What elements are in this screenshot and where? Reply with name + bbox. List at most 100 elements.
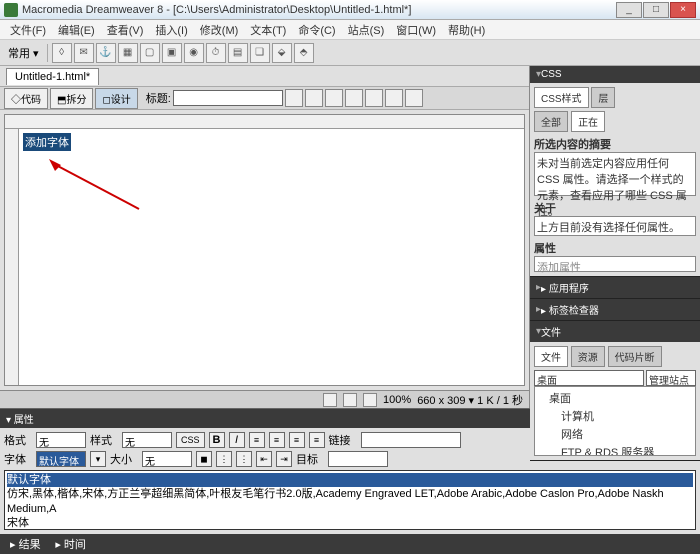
link-input[interactable] xyxy=(361,432,461,448)
size-label: 大小 xyxy=(110,451,138,467)
title-label: 标题: xyxy=(146,90,171,106)
window-title: Macromedia Dreamweaver 8 - [C:\Users\Adm… xyxy=(22,4,616,16)
manage-sites[interactable]: 管理站点 xyxy=(646,370,696,386)
close-button[interactable]: × xyxy=(670,2,696,18)
font-option[interactable]: 宋体 xyxy=(7,516,693,530)
layers-tab[interactable]: 层 xyxy=(591,87,615,108)
menu-window[interactable]: 窗口(W) xyxy=(390,20,442,40)
email-icon[interactable]: ✉ xyxy=(74,43,94,63)
color-picker[interactable]: ◼ xyxy=(196,451,212,467)
doc-toolbar: ◇代码 ⬒拆分 ◻设计 标题: xyxy=(0,86,529,110)
menu-site[interactable]: 站点(S) xyxy=(342,20,391,40)
minimize-button[interactable]: _ xyxy=(616,2,642,18)
tag-panel[interactable]: ▸ 标签检查器 xyxy=(530,299,700,321)
list-ul-icon[interactable]: ⋮ xyxy=(216,451,232,467)
tag-panel-head[interactable]: ▸ 标签检查器 xyxy=(530,299,700,320)
toolbar-category[interactable]: 常用 ▾ xyxy=(4,45,43,61)
document-area: Untitled-1.html* ◇代码 ⬒拆分 ◻设计 标题: 添加字体 xyxy=(0,66,530,408)
insert-toolbar: 常用 ▾ ◊ ✉ ⚓ ▦ ▢ ▣ ◉ ⏱ ▤ ❏ ⬙ ⬘ xyxy=(0,40,700,66)
format-select[interactable]: 无 xyxy=(36,432,86,448)
hyperlink-icon[interactable]: ◊ xyxy=(52,43,72,63)
font-dropdown-list[interactable]: 默认字体 仿宋,黑体,楷体,宋体,方正兰亭超细黑简体,叶根友毛笔行书2.0版,A… xyxy=(4,470,696,530)
tree-computer[interactable]: 计算机 xyxy=(537,407,693,425)
files-panel-head[interactable]: 文件 xyxy=(530,321,700,342)
all-tab[interactable]: 全部 xyxy=(534,111,568,132)
title-input[interactable] xyxy=(173,90,283,106)
style-select[interactable]: 无 xyxy=(122,432,172,448)
maximize-button[interactable]: □ xyxy=(643,2,669,18)
font-option-selected[interactable]: 默认字体 xyxy=(7,473,693,487)
server-icon[interactable]: ▤ xyxy=(228,43,248,63)
menu-text[interactable]: 文本(T) xyxy=(244,20,292,40)
media-icon[interactable]: ◉ xyxy=(184,43,204,63)
bottom-tabs: ▸ 结果 ▸ 时间 xyxy=(0,534,700,554)
align-left-icon[interactable]: ≡ xyxy=(249,432,265,448)
bold-button[interactable]: B xyxy=(209,432,225,448)
properties-body: 格式 无 样式 无 CSS B I ≡ ≡ ≡ ≡ 链接 字体 默认字体 ▾ 大… xyxy=(0,428,700,534)
file-icon[interactable] xyxy=(325,89,343,107)
annotation-arrow xyxy=(49,159,149,219)
current-tab[interactable]: 正在 xyxy=(571,111,605,132)
menu-insert[interactable]: 插入(I) xyxy=(149,20,193,40)
site-select[interactable]: 桌面 xyxy=(534,370,644,386)
list-ol-icon[interactable]: ⋮ xyxy=(236,451,252,467)
align-center-icon[interactable]: ≡ xyxy=(269,432,285,448)
selected-text[interactable]: 添加字体 xyxy=(23,133,71,151)
tag-icon[interactable]: ⬘ xyxy=(294,43,314,63)
font-option-row[interactable]: 仿宋,黑体,楷体,宋体,方正兰亭超细黑简体,叶根友毛笔行书2.0版,Academ… xyxy=(7,487,693,516)
doc-tabs: Untitled-1.html* xyxy=(0,66,529,86)
hand-tool-icon[interactable] xyxy=(343,393,357,407)
css-styles-tab[interactable]: CSS样式 xyxy=(534,87,589,108)
font-dropdown-arrow[interactable]: ▾ xyxy=(90,451,106,467)
align-justify-icon[interactable]: ≡ xyxy=(309,432,325,448)
target-input[interactable] xyxy=(328,451,388,467)
design-view-button[interactable]: ◻设计 xyxy=(95,88,137,109)
files-tab[interactable]: 文件 xyxy=(534,346,568,367)
select-tool-icon[interactable] xyxy=(323,393,337,407)
tree-desktop[interactable]: 桌面 xyxy=(537,389,693,407)
design-canvas[interactable]: 添加字体 xyxy=(4,114,525,386)
menu-commands[interactable]: 命令(C) xyxy=(292,20,341,40)
app-panel[interactable]: ▸ 应用程序 xyxy=(530,277,700,299)
app-panel-head[interactable]: ▸ 应用程序 xyxy=(530,277,700,298)
canvas-content[interactable]: 添加字体 xyxy=(19,129,524,385)
menu-help[interactable]: 帮助(H) xyxy=(442,20,491,40)
menubar: 文件(F) 编辑(E) 查看(V) 插入(I) 修改(M) 文本(T) 命令(C… xyxy=(0,20,700,40)
check-icon[interactable] xyxy=(345,89,363,107)
refresh-icon[interactable] xyxy=(305,89,323,107)
assets-tab[interactable]: 资源 xyxy=(571,346,605,367)
visual-icon[interactable] xyxy=(405,89,423,107)
css-button[interactable]: CSS xyxy=(176,432,205,448)
div-icon[interactable]: ▢ xyxy=(140,43,160,63)
zoom-tool-icon[interactable] xyxy=(363,393,377,407)
font-select[interactable]: 默认字体 xyxy=(36,451,86,467)
align-right-icon[interactable]: ≡ xyxy=(289,432,305,448)
add-property[interactable]: 添加属性 xyxy=(534,256,696,272)
browser-icon[interactable] xyxy=(285,89,303,107)
snippets-tab[interactable]: 代码片断 xyxy=(608,346,662,367)
dimensions[interactable]: 660 x 309 ▾ 1 K / 1 秒 xyxy=(417,392,523,408)
options-icon[interactable] xyxy=(365,89,383,107)
comment-icon[interactable]: ❏ xyxy=(250,43,270,63)
menu-edit[interactable]: 编辑(E) xyxy=(52,20,101,40)
anchor-icon[interactable]: ⚓ xyxy=(96,43,116,63)
css-panel-head[interactable]: CSS xyxy=(530,66,700,83)
date-icon[interactable]: ⏱ xyxy=(206,43,226,63)
indent-icon[interactable]: ⇥ xyxy=(276,451,292,467)
zoom-level[interactable]: 100% xyxy=(383,394,411,406)
size-select[interactable]: 无 xyxy=(142,451,192,467)
outdent-icon[interactable]: ⇤ xyxy=(256,451,272,467)
template-icon[interactable]: ⬙ xyxy=(272,43,292,63)
split-view-button[interactable]: ⬒拆分 xyxy=(50,88,93,109)
timeline-tab[interactable]: ▸ 时间 xyxy=(49,537,92,553)
view-icon[interactable] xyxy=(385,89,403,107)
results-tab[interactable]: ▸ 结果 xyxy=(4,537,47,553)
menu-file[interactable]: 文件(F) xyxy=(4,20,52,40)
doc-tab[interactable]: Untitled-1.html* xyxy=(6,68,99,85)
image-icon[interactable]: ▣ xyxy=(162,43,182,63)
menu-modify[interactable]: 修改(M) xyxy=(194,20,245,40)
table-icon[interactable]: ▦ xyxy=(118,43,138,63)
menu-view[interactable]: 查看(V) xyxy=(101,20,150,40)
code-view-button[interactable]: ◇代码 xyxy=(4,88,48,109)
italic-button[interactable]: I xyxy=(229,432,245,448)
